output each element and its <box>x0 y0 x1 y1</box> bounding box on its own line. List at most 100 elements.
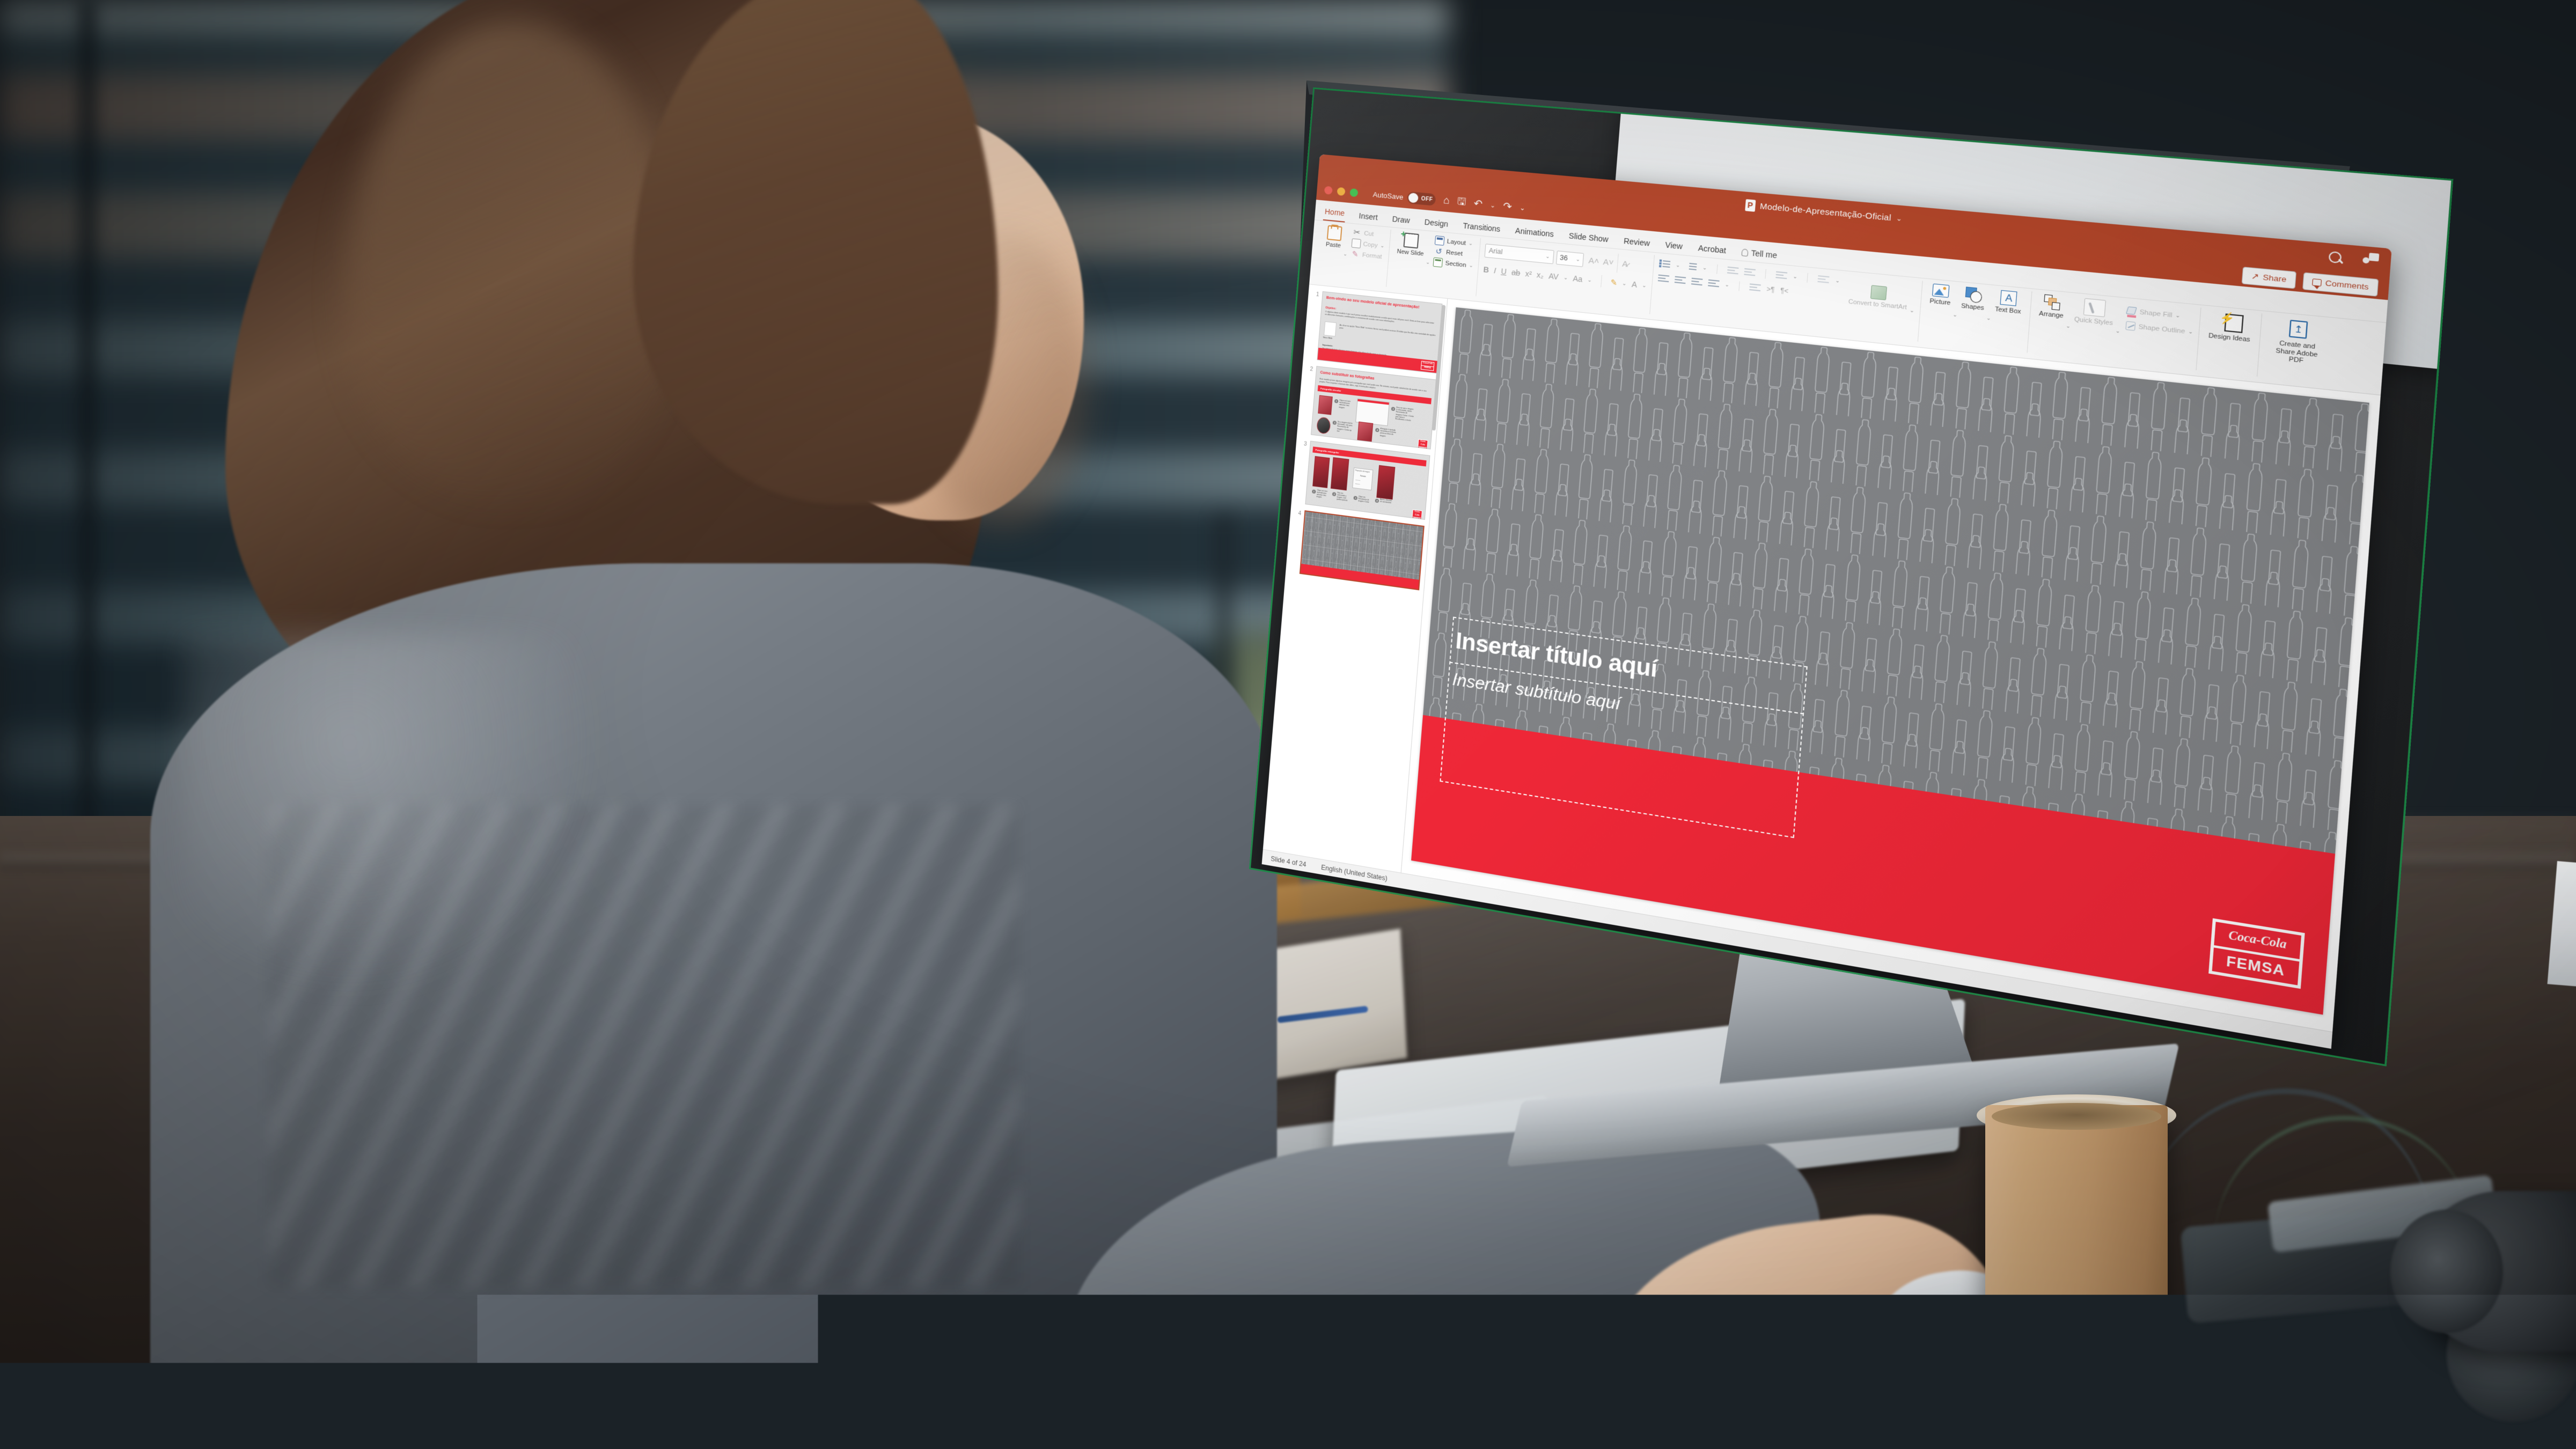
picture-button[interactable]: Picture <box>1926 281 1955 309</box>
design-ideas-button[interactable]: Design Ideas <box>2205 308 2255 345</box>
character-spacing-button[interactable]: AV <box>1548 271 1559 281</box>
copy-chevron-icon[interactable]: ⌄ <box>1380 243 1384 249</box>
slide-thumbnail-4-selected[interactable] <box>1300 510 1425 590</box>
rtl-icon[interactable]: ¶< <box>1780 286 1789 295</box>
spacing-chevron-icon[interactable]: ⌄ <box>1564 274 1568 281</box>
tab-draw[interactable]: Draw <box>1391 212 1412 229</box>
tab-review[interactable]: Review <box>1622 234 1652 252</box>
bold-button[interactable]: B <box>1483 265 1489 274</box>
bullets-chevron-icon[interactable]: ⌄ <box>1676 262 1680 269</box>
new-slide-chevron-icon[interactable]: ⌄ <box>1426 259 1430 266</box>
minimize-button[interactable] <box>1337 187 1346 195</box>
shapes-button[interactable]: Shapes <box>1958 284 1989 314</box>
superscript-button[interactable]: x² <box>1525 269 1532 279</box>
home-icon[interactable]: ⌂ <box>1443 195 1450 207</box>
text-direction-icon[interactable] <box>1749 283 1761 292</box>
slide-thumbnail-1[interactable]: Bem-vindo ao seu modelo oficial de apres… <box>1317 291 1442 373</box>
quick-styles-button[interactable]: Quick Styles <box>2071 295 2118 329</box>
quick-styles-chevron-icon[interactable]: ⌄ <box>2115 327 2120 334</box>
increase-indent-icon[interactable] <box>1744 268 1756 277</box>
justify-icon[interactable] <box>1708 279 1720 289</box>
paste-chevron-icon[interactable]: ⌄ <box>1343 251 1347 258</box>
tab-home[interactable]: Home <box>1323 205 1346 223</box>
new-slide-button[interactable]: New Slide <box>1394 230 1428 260</box>
copy-button[interactable]: Copy ⌄ <box>1351 238 1385 251</box>
font-color-button[interactable]: A <box>1631 279 1637 289</box>
slide-counter[interactable]: Slide 4 of 24 <box>1271 855 1307 868</box>
section-chevron-icon[interactable]: ⌄ <box>1469 262 1473 269</box>
account-icon[interactable] <box>2361 252 2380 269</box>
slide-thumbnail-3[interactable]: Fotografia retangular Proporções de imag… <box>1305 441 1430 520</box>
thumbnail-row-3[interactable]: 3 Fotografia retangular Proporções de im… <box>1297 440 1430 520</box>
bullets-icon[interactable] <box>1659 260 1671 269</box>
change-case-button[interactable]: Aa <box>1573 274 1583 284</box>
tab-design[interactable]: Design <box>1423 215 1450 232</box>
undo-chevron-icon[interactable]: ⌄ <box>1490 201 1496 209</box>
columns-chevron-icon[interactable]: ⌄ <box>1835 277 1840 284</box>
smartart-chevron-icon[interactable]: ⌄ <box>1910 307 1914 314</box>
create-share-pdf-button[interactable]: Create and Share Adobe PDF <box>2264 314 2331 369</box>
font-size-select[interactable]: 36 ⌄ <box>1556 251 1584 267</box>
arrange-button[interactable]: Arrange <box>2036 292 2068 322</box>
shape-outline-chevron-icon[interactable]: ⌄ <box>2188 328 2193 335</box>
slide-editing-area[interactable]: Insertar título aquí Insertar subtítulo … <box>1400 299 2381 1047</box>
chevron-down-icon[interactable]: ⌄ <box>1896 214 1903 223</box>
redo-icon[interactable]: ↷ <box>1502 200 1512 214</box>
thumbnail-row-1[interactable]: 1 Bem-vindo ao seu modelo oficial de apr… <box>1309 290 1443 373</box>
thumbnail-row-4[interactable]: 4 <box>1291 509 1425 590</box>
tab-acrobat[interactable]: Acrobat <box>1696 241 1728 259</box>
maximize-button[interactable] <box>1349 188 1358 196</box>
columns-icon[interactable] <box>1818 275 1830 284</box>
clear-formatting-icon[interactable]: A̷ <box>1622 259 1628 269</box>
slide-thumbnail-2[interactable]: Como substituir as fotografias Este mode… <box>1311 366 1436 449</box>
align-right-icon[interactable] <box>1691 277 1703 287</box>
numbering-icon[interactable] <box>1685 262 1697 271</box>
format-painter-button[interactable]: ✎ Format <box>1350 249 1384 261</box>
shape-fill-chevron-icon[interactable]: ⌄ <box>2175 312 2181 319</box>
more-commands-icon[interactable]: ⌄ <box>1520 204 1526 212</box>
layout-chevron-icon[interactable]: ⌄ <box>1469 240 1473 247</box>
tab-view[interactable]: View <box>1663 238 1684 255</box>
thumbnail-row-2[interactable]: 2 Como substituir as fotografias Este mo… <box>1302 365 1436 449</box>
autosave-toggle[interactable]: AutoSave OFF <box>1373 188 1436 206</box>
shape-outline-button[interactable]: Shape Outline ⌄ <box>2125 321 2193 336</box>
underline-button[interactable]: U <box>1501 267 1507 276</box>
cut-button[interactable]: ✂ Cut <box>1352 227 1386 240</box>
search-icon[interactable] <box>2326 249 2344 266</box>
paste-button[interactable]: Paste <box>1322 223 1346 252</box>
font-family-select[interactable]: Arial ⌄ <box>1484 244 1554 264</box>
line-spacing-chevron-icon[interactable]: ⌄ <box>1793 274 1797 280</box>
numbering-chevron-icon[interactable]: ⌄ <box>1702 264 1707 271</box>
convert-to-smartart-button[interactable]: Convert to SmartArt <box>1845 274 1912 313</box>
justify-chevron-icon[interactable]: ⌄ <box>1724 282 1729 288</box>
align-left-icon[interactable] <box>1657 274 1669 284</box>
text-highlight-icon[interactable]: ✎ <box>1610 277 1618 288</box>
arrange-chevron-icon[interactable]: ⌄ <box>2066 322 2071 329</box>
decrease-indent-icon[interactable] <box>1727 266 1739 276</box>
shape-fill-button[interactable]: Shape Fill ⌄ <box>2126 306 2195 322</box>
slide3-step-text-2: Uma vez selecionada a imagem, você poder… <box>1337 492 1351 502</box>
save-icon[interactable]: 🖫 <box>1457 193 1467 211</box>
autosave-switch[interactable]: OFF <box>1407 192 1436 206</box>
italic-button[interactable]: I <box>1494 266 1496 275</box>
strikethrough-button[interactable]: ab <box>1511 268 1521 277</box>
undo-icon[interactable]: ↶ <box>1473 197 1483 211</box>
text-box-button[interactable]: Text Box <box>1991 288 2025 318</box>
tab-insert[interactable]: Insert <box>1357 209 1379 226</box>
picture-chevron-icon[interactable]: ⌄ <box>1953 311 1958 318</box>
ltr-icon[interactable]: >¶ <box>1766 285 1775 293</box>
shrink-font-button[interactable]: A˅ <box>1603 257 1614 268</box>
font-color-chevron-icon[interactable]: ⌄ <box>1642 282 1647 289</box>
section-button[interactable]: Section ⌄ <box>1433 258 1474 271</box>
close-button[interactable] <box>1324 186 1333 194</box>
align-center-icon[interactable] <box>1674 276 1686 285</box>
slide3-dialog-sub: Formato <box>1360 475 1366 477</box>
highlight-chevron-icon[interactable]: ⌄ <box>1622 280 1627 286</box>
subscript-button[interactable]: x₂ <box>1536 270 1544 280</box>
grow-font-button[interactable]: A˄ <box>1588 256 1599 266</box>
design-ideas-icon <box>2220 313 2241 332</box>
shapes-chevron-icon[interactable]: ⌄ <box>1986 315 1992 322</box>
slide3-step-num-3: 3 <box>1353 496 1357 500</box>
line-spacing-icon[interactable] <box>1775 271 1787 281</box>
case-chevron-icon[interactable]: ⌄ <box>1587 277 1592 283</box>
